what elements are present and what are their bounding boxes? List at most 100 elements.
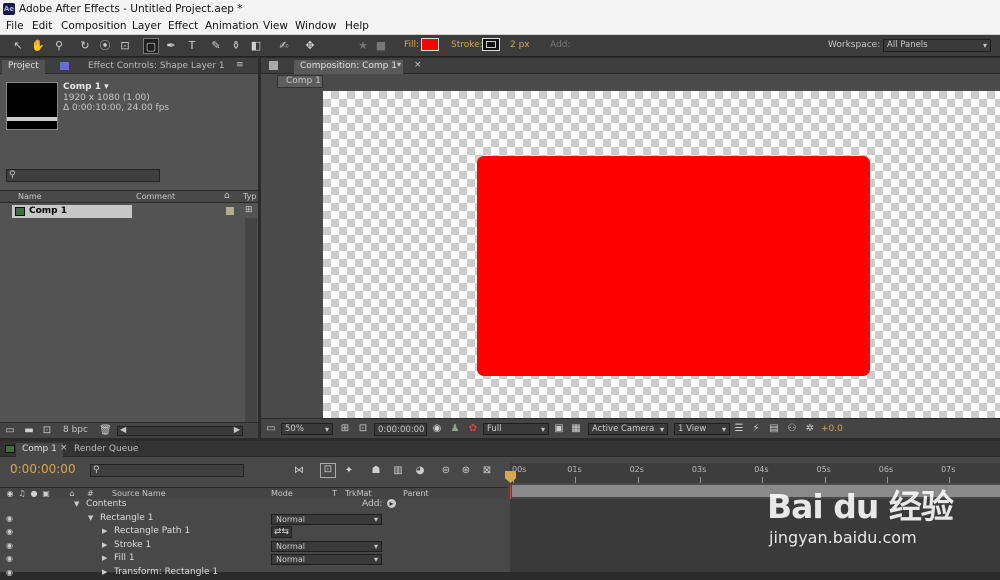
menu-layer[interactable]: Layer: [132, 20, 161, 32]
lock-icon[interactable]: [269, 61, 278, 70]
eye-icon[interactable]: ◉: [6, 527, 13, 536]
tab-menu-icon[interactable]: ▾: [397, 60, 401, 69]
rectangle-tool-icon[interactable]: ▢: [143, 38, 159, 54]
menu-file[interactable]: File: [6, 20, 24, 32]
magnification-select[interactable]: 50%: [281, 423, 333, 435]
live-update-icon[interactable]: ⊡: [320, 463, 336, 478]
show-snapshot-icon[interactable]: ♟: [449, 423, 461, 435]
graph-editor-icon[interactable]: ⊠: [481, 465, 493, 477]
snapshot-camera-icon[interactable]: ◉: [431, 423, 443, 435]
view-layout-select[interactable]: 1 View: [674, 423, 730, 435]
timeline-search-input[interactable]: ⚲: [90, 464, 244, 477]
project-item-comp-1[interactable]: Comp 1: [12, 205, 132, 218]
bit-depth-button[interactable]: 8 bpc: [63, 425, 88, 435]
fill-color-swatch[interactable]: [421, 38, 439, 51]
eraser-tool-icon[interactable]: ◧: [248, 38, 264, 54]
brainstorm-icon[interactable]: ⊜: [440, 465, 452, 477]
path-direction-icon[interactable]: ⇄⇆: [271, 526, 293, 538]
shy-layers-icon[interactable]: ☗: [370, 465, 382, 477]
motion-blur-icon[interactable]: ◕: [414, 465, 426, 477]
rotation-tool-icon[interactable]: ↻: [77, 38, 93, 54]
camera-tool-icon[interactable]: ⦿: [97, 38, 113, 54]
color-channel-icon[interactable]: ✿: [467, 423, 479, 435]
tab-composition[interactable]: Composition: Comp 1: [294, 60, 403, 74]
workspace-select[interactable]: All Panels: [883, 39, 991, 52]
new-composition-icon[interactable]: ⊡: [41, 425, 53, 437]
puppet-tool-icon[interactable]: ✥: [302, 38, 318, 54]
project-search-input[interactable]: ⚲: [6, 169, 160, 182]
auto-keyframe-icon[interactable]: ⊛: [460, 465, 472, 477]
column-mode[interactable]: Mode: [271, 489, 293, 498]
menu-composition[interactable]: Composition: [61, 20, 127, 32]
selected-comp-name[interactable]: Comp 1 ▾: [63, 82, 109, 92]
layer-row[interactable]: ◉ ▶ Transform: Rectangle 1: [0, 567, 508, 580]
time-ruler[interactable]: 00s 01s 02s 03s 04s 05s 06s 07s: [510, 463, 1000, 483]
clone-stamp-tool-icon[interactable]: ⚱: [228, 38, 244, 54]
column-type[interactable]: Typ: [243, 192, 256, 201]
current-time-display[interactable]: 0:00:00:00: [374, 423, 427, 436]
frame-blending-icon[interactable]: ▥: [392, 465, 404, 477]
close-tab-icon[interactable]: ×: [414, 60, 422, 70]
fast-preview-icon[interactable]: ⚡: [750, 423, 762, 435]
eye-icon[interactable]: ◉: [6, 541, 13, 550]
type-tool-icon[interactable]: T: [184, 38, 200, 54]
camera-view-select[interactable]: Active Camera: [588, 423, 668, 435]
expand-triangle-icon[interactable]: ▼: [74, 500, 79, 508]
blend-mode-select[interactable]: Normal: [271, 554, 382, 565]
comp-navigator-tab[interactable]: Comp 1: [277, 75, 323, 88]
always-preview-icon[interactable]: ▭: [265, 423, 277, 435]
project-horizontal-scrollbar[interactable]: ◀ ▶: [117, 425, 243, 436]
menu-animation[interactable]: Animation: [205, 20, 259, 32]
column-comment[interactable]: Comment: [136, 192, 175, 201]
expand-triangle-icon[interactable]: ▼: [88, 514, 93, 522]
eye-icon[interactable]: ◉: [6, 554, 13, 563]
zoom-tool-icon[interactable]: ⚲: [51, 38, 67, 54]
column-parent[interactable]: Parent: [403, 489, 429, 498]
timeline-toggle-icon[interactable]: ▤: [768, 423, 780, 435]
interpret-footage-icon[interactable]: ▭: [4, 425, 16, 437]
expand-triangle-icon[interactable]: ▶: [102, 527, 107, 535]
mask-visibility-icon[interactable]: ⊡: [357, 423, 369, 435]
tab-project[interactable]: Project: [2, 60, 45, 74]
column-t[interactable]: T: [332, 489, 337, 498]
scroll-left-icon[interactable]: ◀: [120, 425, 126, 434]
expand-triangle-icon[interactable]: ▶: [102, 541, 107, 549]
new-folder-icon[interactable]: ▬: [23, 425, 35, 437]
menu-effect[interactable]: Effect: [168, 20, 198, 32]
blend-mode-select[interactable]: Normal: [271, 540, 382, 552]
panel-menu-icon[interactable]: ≡: [236, 60, 244, 70]
stroke-color-swatch[interactable]: [482, 38, 500, 51]
pan-behind-tool-icon[interactable]: ⊡: [117, 38, 133, 54]
hand-tool-icon[interactable]: ✋: [30, 38, 46, 54]
timeline-timecode[interactable]: 0:00:00:00: [10, 462, 76, 476]
safe-zones-icon[interactable]: ⊞: [339, 423, 351, 435]
tab-timeline-comp-1[interactable]: Comp 1: [16, 443, 63, 457]
stroke-width-value[interactable]: 2 px: [510, 40, 530, 50]
project-vertical-scrollbar[interactable]: [245, 218, 257, 423]
comp-viewer[interactable]: [323, 91, 1000, 418]
column-trkmat[interactable]: TrkMat: [345, 489, 372, 498]
layer-row[interactable]: ◉ ▶ Fill 1 Normal: [0, 553, 508, 566]
layer-row[interactable]: ◉ ▶ Stroke 1 Normal: [0, 540, 508, 553]
timeline-track-area[interactable]: [510, 499, 1000, 572]
menu-edit[interactable]: Edit: [32, 20, 52, 32]
work-area-bar[interactable]: [512, 485, 1000, 497]
red-rectangle-shape[interactable]: [477, 156, 870, 376]
layer-row[interactable]: ◉ ▼ Rectangle 1 Normal: [0, 513, 508, 526]
menu-help[interactable]: Help: [345, 20, 369, 32]
exposure-value[interactable]: +0.0: [821, 424, 843, 434]
close-tab-icon[interactable]: ×: [60, 443, 68, 453]
draft-3d-icon[interactable]: ✦: [343, 465, 355, 477]
transparency-grid-icon[interactable]: ▦: [570, 423, 582, 435]
selection-tool-icon[interactable]: ↖: [10, 38, 26, 54]
roto-brush-tool-icon[interactable]: ✍: [276, 38, 292, 54]
resolution-select[interactable]: Full: [483, 423, 549, 435]
blend-mode-select[interactable]: Normal: [271, 513, 382, 525]
column-source-name[interactable]: Source Name: [112, 489, 166, 498]
layer-row[interactable]: ◉ ▶ Rectangle Path 1 ⇄⇆: [0, 526, 508, 539]
pen-tool-icon[interactable]: ✒: [163, 38, 179, 54]
tab-render-queue[interactable]: Render Queue: [68, 443, 144, 457]
scroll-right-icon[interactable]: ▶: [234, 425, 240, 434]
menu-window[interactable]: Window: [295, 20, 336, 32]
composition-mini-flowchart-icon[interactable]: ⋈: [293, 465, 305, 477]
